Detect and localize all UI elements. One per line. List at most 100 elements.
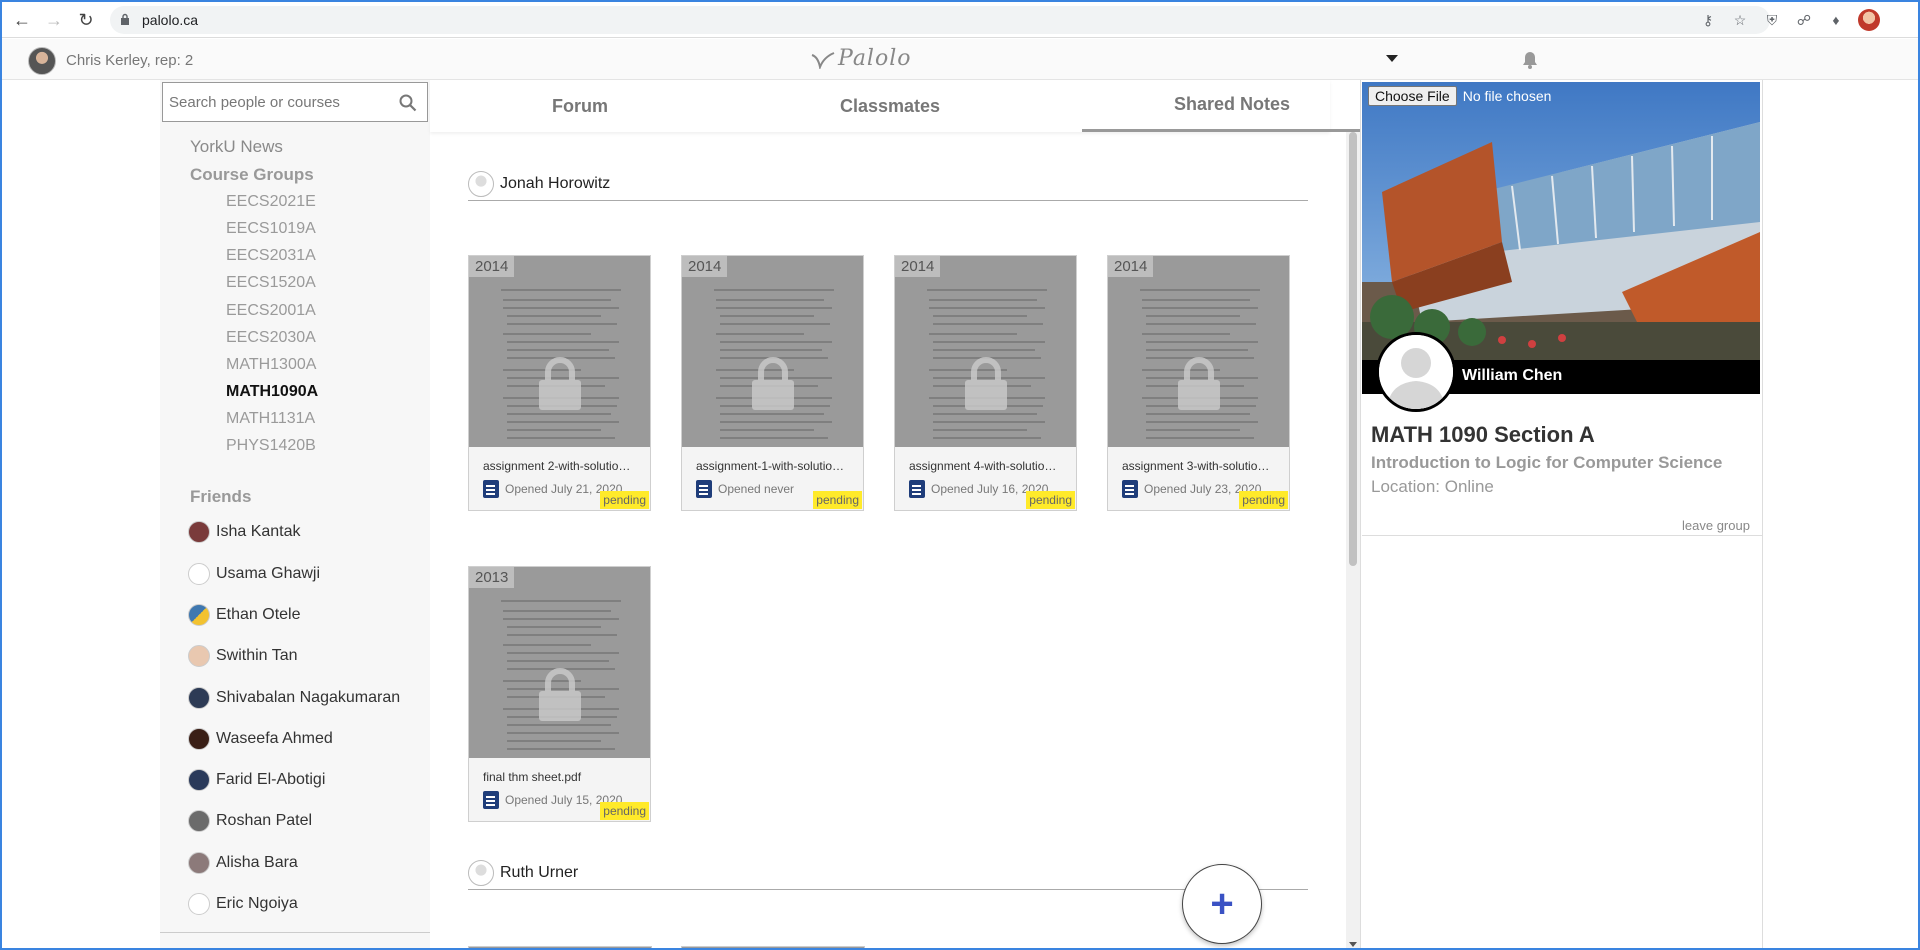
- professor-avatar[interactable]: [1376, 332, 1456, 412]
- tab-classmates[interactable]: Classmates: [740, 80, 1040, 132]
- scroll-down-arrow-icon[interactable]: [1349, 942, 1357, 947]
- forward-icon[interactable]: →: [42, 8, 66, 32]
- friend-item[interactable]: Waseefa Ahmed: [188, 727, 333, 751]
- owner-name: Ruth Urner: [500, 864, 579, 881]
- avatar: [188, 893, 210, 915]
- note-thumbnail: [682, 256, 863, 447]
- note-thumbnail: [1108, 256, 1289, 447]
- user-avatar[interactable]: [28, 47, 56, 75]
- star-icon[interactable]: ☆: [1730, 10, 1750, 30]
- avatar: [468, 171, 494, 197]
- avatar: [468, 860, 494, 886]
- note-owner[interactable]: Jonah Horowitz: [468, 169, 610, 199]
- course-link-math1131a[interactable]: MATH1131A: [226, 410, 315, 428]
- tab-forum[interactable]: Forum: [430, 80, 730, 132]
- avatar: [188, 645, 210, 667]
- puzzle-icon[interactable]: ♦: [1826, 10, 1846, 30]
- friend-name: Ethan Otele: [216, 606, 301, 623]
- course-link-eecs2021e[interactable]: EECS2021E: [226, 193, 316, 211]
- tab-shared-notes[interactable]: Shared Notes: [1082, 80, 1382, 132]
- friend-name: Usama Ghawji: [216, 565, 321, 582]
- course-link-phys1420b[interactable]: PHYS1420B: [226, 437, 316, 455]
- course-link-eecs2031a[interactable]: EECS2031A: [226, 247, 316, 265]
- friend-item[interactable]: Alisha Bara: [188, 851, 298, 875]
- year-badge: 2014: [1108, 256, 1154, 277]
- lock-icon: [539, 357, 581, 410]
- professor-name[interactable]: William Chen: [1462, 367, 1562, 385]
- chevron-down-icon[interactable]: [1386, 55, 1398, 62]
- reload-icon[interactable]: ↻: [74, 8, 98, 32]
- course-title: MATH 1090 Section A: [1371, 422, 1595, 447]
- user-label[interactable]: Chris Kerley, rep: 2: [66, 52, 193, 69]
- browser-profile-avatar[interactable]: [1858, 9, 1880, 31]
- note-card[interactable]: 2014 assignment 3-with-solutio… Opened J…: [1107, 255, 1290, 511]
- scrollbar-thumb[interactable]: [1349, 132, 1357, 566]
- file-name: assignment 4-with-solutio…: [909, 459, 1057, 473]
- key-icon[interactable]: ⚷: [1698, 10, 1718, 30]
- friend-item[interactable]: Shivabalan Nagakumaran: [188, 686, 400, 710]
- friend-name: Shivabalan Nagakumaran: [216, 689, 401, 706]
- owner-divider: [468, 889, 1308, 890]
- document-icon: [483, 480, 499, 498]
- course-link-eecs2001a[interactable]: EECS2001A: [226, 302, 316, 320]
- document-icon: [909, 480, 925, 498]
- course-link-math1300a[interactable]: MATH1300A: [226, 356, 316, 374]
- note-card[interactable]: 2014 assignment-1-with-solutio… Opened n…: [681, 255, 864, 511]
- note-owner[interactable]: Ruth Urner: [468, 858, 578, 888]
- avatar: [188, 852, 210, 874]
- year-badge: 2014: [469, 256, 515, 277]
- cover-upload: Choose File No file chosen: [1368, 86, 1551, 106]
- address-bar[interactable]: palolo.ca ⚷ ☆: [110, 6, 1770, 34]
- search-box: [162, 82, 428, 122]
- note-thumbnail: [469, 256, 650, 447]
- course-link-eecs1019a[interactable]: EECS1019A: [226, 220, 316, 238]
- lock-icon: [539, 668, 581, 721]
- friend-item[interactable]: Eric Ngoiya: [188, 892, 298, 916]
- friend-item[interactable]: Isha Kantak: [188, 520, 301, 544]
- friend-name: Eric Ngoiya: [216, 895, 298, 912]
- note-card[interactable]: 2013 final thm sheet.pdf Opened July 15,…: [468, 566, 651, 822]
- friend-item[interactable]: Swithin Tan: [188, 644, 298, 668]
- course-link-eecs1520a[interactable]: EECS1520A: [226, 274, 316, 292]
- bell-icon[interactable]: [1522, 51, 1538, 69]
- panel-border: [1762, 80, 1763, 948]
- note-card[interactable]: 2014 assignment 4-with-solutio… Opened J…: [894, 255, 1077, 511]
- yorku-news-link[interactable]: YorkU News: [190, 137, 283, 157]
- search-input[interactable]: [167, 83, 387, 121]
- search-icon[interactable]: [399, 94, 417, 112]
- avatar: [188, 604, 210, 626]
- note-thumbnail: [469, 567, 650, 758]
- lock-icon: [121, 13, 129, 25]
- extension-icon[interactable]: ☍: [1794, 10, 1814, 30]
- file-status-text: No file chosen: [1462, 88, 1552, 104]
- back-icon[interactable]: ←: [10, 8, 34, 32]
- opened-text: Opened never: [718, 482, 795, 496]
- sidebar-divider: [160, 932, 430, 933]
- file-name: assignment-1-with-solutio…: [696, 459, 845, 473]
- friend-item[interactable]: Farid El-Abotigi: [188, 768, 325, 792]
- app-logo[interactable]: Palolo: [838, 46, 912, 71]
- friend-item[interactable]: Roshan Patel: [188, 809, 312, 833]
- friend-item[interactable]: Ethan Otele: [188, 603, 301, 627]
- document-icon: [696, 480, 712, 498]
- shield-extension-icon[interactable]: ⛨: [1762, 10, 1782, 30]
- content-scrollbar[interactable]: [1346, 132, 1360, 948]
- avatar: [188, 769, 210, 791]
- note-card[interactable]: [681, 946, 865, 948]
- add-note-button[interactable]: +: [1182, 864, 1262, 944]
- course-link-math1090a[interactable]: MATH1090A: [226, 383, 318, 401]
- palolo-logo-icon: [811, 52, 835, 69]
- choose-file-button[interactable]: Choose File: [1368, 86, 1457, 106]
- status-badge: pending: [1239, 491, 1288, 509]
- avatar: [188, 563, 210, 585]
- course-link-eecs2030a[interactable]: EECS2030A: [226, 329, 316, 347]
- leave-group-link[interactable]: leave group: [1682, 518, 1750, 533]
- note-card[interactable]: [468, 946, 652, 948]
- status-badge: pending: [1026, 491, 1075, 509]
- url-text: palolo.ca: [142, 12, 199, 28]
- browser-toolbar: ← → ↻ palolo.ca ⚷ ☆ ⛨ ☍ ♦: [2, 2, 1918, 38]
- friend-item[interactable]: Usama Ghawji: [188, 562, 320, 586]
- lock-icon: [965, 357, 1007, 410]
- course-groups-heading: Course Groups: [190, 165, 314, 184]
- note-card[interactable]: 2014 assignment 2-with-solutio… Opened J…: [468, 255, 651, 511]
